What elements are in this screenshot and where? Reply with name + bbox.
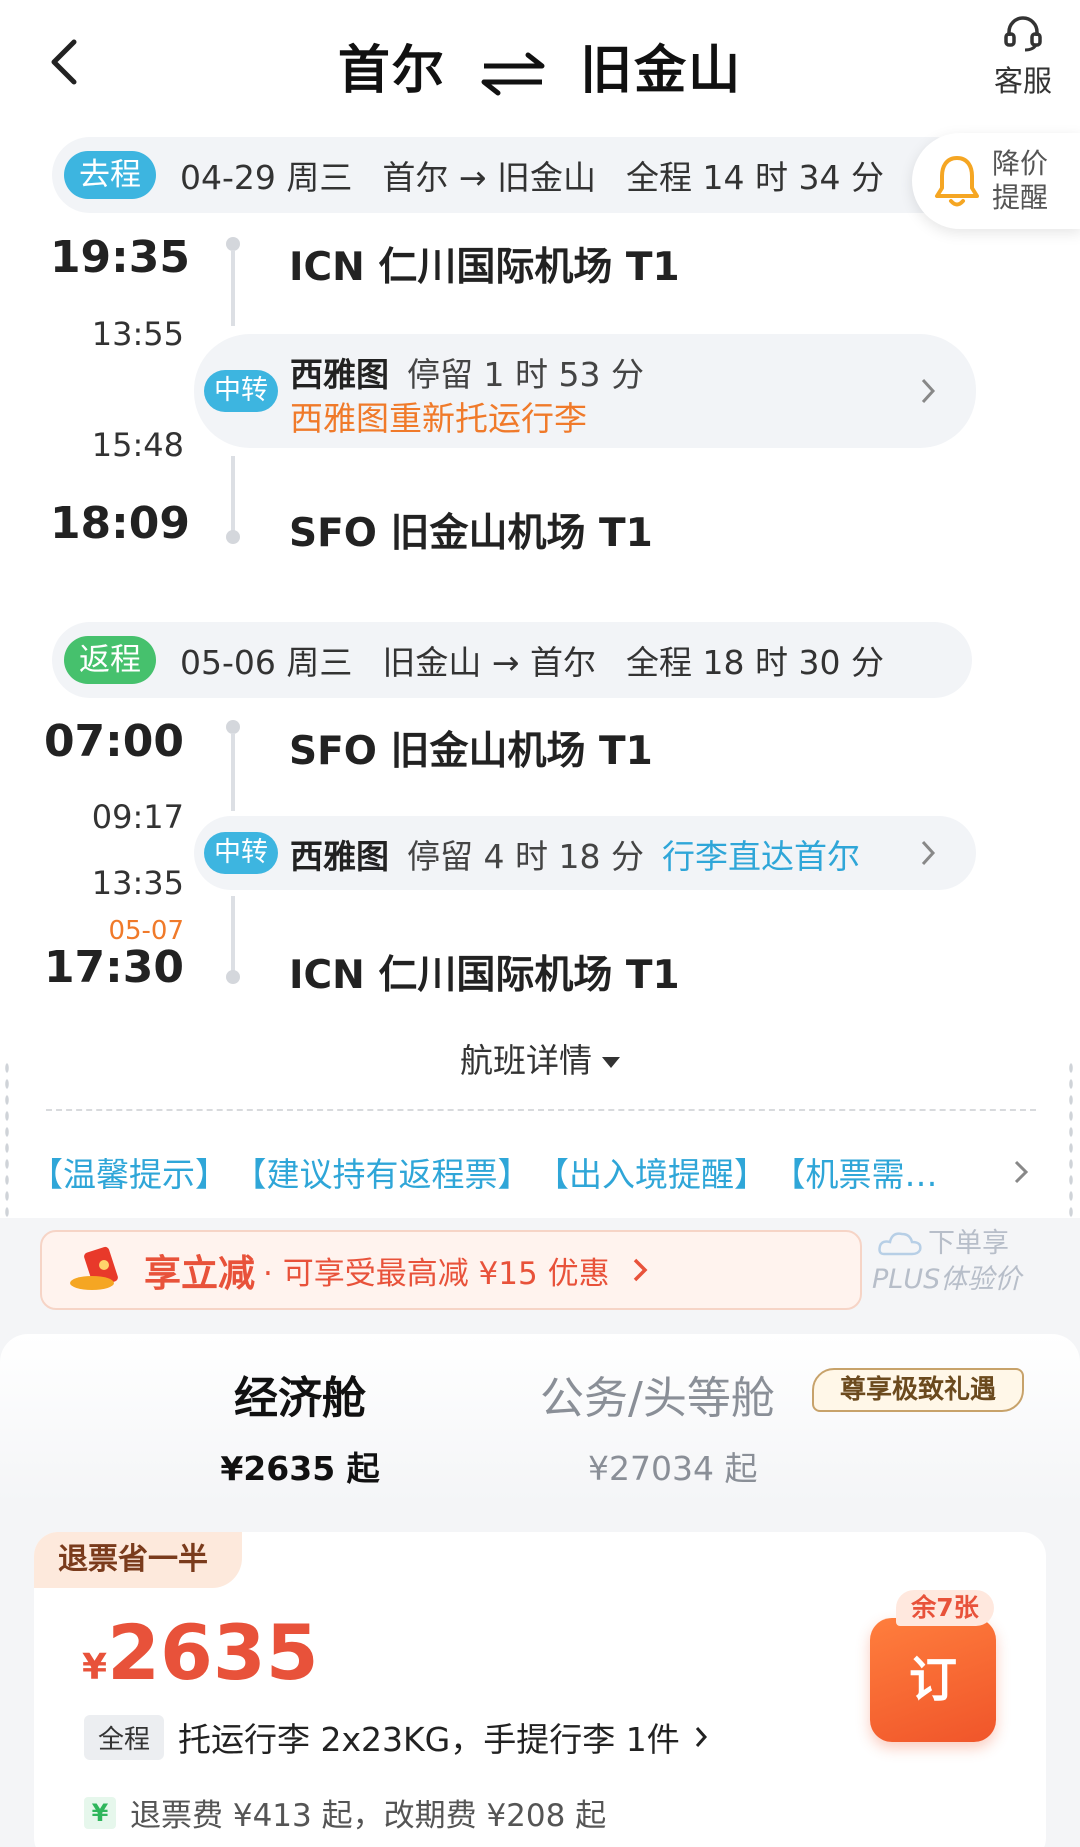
outbound-duration: 全程 14 时 34 分 (626, 158, 884, 197)
chevron-right-icon (695, 1727, 707, 1747)
timeline-line (231, 456, 235, 534)
timeline-line (231, 896, 235, 974)
return-date: 05-06 周三 (180, 643, 353, 682)
tip-item[interactable]: 【机票需… (789, 1155, 938, 1194)
return-transfer-card[interactable]: 中转 西雅图 停留 4 时 18 分行李直达首尔 (194, 816, 976, 890)
tab-economy[interactable]: 经济舱 ¥2635 起 (170, 1362, 430, 1498)
price-alert-line2: 提醒 (992, 181, 1049, 214)
caret-down-icon (602, 1057, 620, 1068)
refund-half-badge: 退票省一半 (34, 1532, 242, 1588)
refund-fee-text: 退票费 ¥413 起，改期费 ¥208 起 (130, 1798, 607, 1834)
tab-business[interactable]: 公务/头等舱 ¥27034 起 (540, 1362, 775, 1490)
outbound-arrive-airport: SFO 旧金山机场 T1 (289, 511, 653, 556)
chevron-right-icon (921, 840, 936, 866)
dashed-divider (46, 1109, 1036, 1111)
economy-price: ¥2635 起 (220, 1449, 380, 1488)
transfer-city: 西雅图 (290, 837, 389, 876)
timeline-line (231, 733, 235, 811)
tip-item[interactable]: 【出入境提醒】 (553, 1155, 768, 1194)
plus-cloud-icon (878, 1232, 922, 1256)
plus-line2: PLUS体验价 (872, 1264, 1022, 1295)
refund-fee-info: ¥ 退票费 ¥413 起，改期费 ¥208 起 (84, 1790, 606, 1835)
timeline-dot (226, 970, 240, 984)
chevron-right-icon[interactable] (1012, 1158, 1030, 1186)
return-arrive-airport: ICN 仁川国际机场 T1 (289, 953, 680, 998)
return-depart-time: 07:00 (43, 716, 184, 767)
baggage-text: 托运行李 2x23KG，手提行李 1件 (178, 1720, 680, 1759)
yen-icon: ¥ (84, 1796, 116, 1829)
transfer-city: 西雅图 (290, 355, 389, 394)
tip-item[interactable]: 【温馨提示】 (30, 1155, 228, 1194)
outbound-banner: 去程 04-29 周三 首尔 → 旧金山 全程 14 时 34 分 (52, 137, 972, 213)
outbound-transfer-depart: 15:48 (91, 426, 184, 464)
transfer-tag: 中转 (204, 370, 278, 412)
page-title: 首尔 旧金山 (0, 28, 1080, 103)
chevron-right-icon (921, 378, 936, 404)
flight-details-toggle[interactable]: 航班详情 (0, 1034, 1080, 1082)
return-duration: 全程 18 时 30 分 (626, 643, 884, 682)
fare-price: ¥2635 (82, 1608, 319, 1697)
promo-banner[interactable]: 享立减 · 可享受最高减 ¥15 优惠 (40, 1230, 862, 1310)
business-name: 公务/头等舱 (540, 1373, 775, 1424)
economy-price-wrap: ¥2635 起 (220, 1442, 380, 1498)
business-price: ¥27034 起 (588, 1449, 758, 1488)
return-transfer-arrive: 09:17 (91, 798, 184, 836)
transfer-note: 行李直达首尔 (661, 837, 860, 876)
outbound-depart-time: 19:35 (49, 232, 190, 283)
promo-main: 享立减 (144, 1252, 255, 1295)
timeline-dot (226, 530, 240, 544)
transfer-stay: 停留 1 时 53 分 (407, 355, 644, 394)
header: 首尔 旧金山 客服 (0, 0, 1080, 130)
promo-sub: · 可享受最高减 ¥15 优惠 (263, 1255, 610, 1292)
tips-bar[interactable]: 【温馨提示】 【建议持有返程票】 【出入境提醒】 【机票需… (30, 1148, 990, 1196)
return-tag: 返程 (64, 636, 156, 684)
outbound-arrive-time: 18:09 (49, 498, 190, 549)
economy-name: 经济舱 (234, 1373, 366, 1424)
timeline-line (231, 250, 235, 326)
title-destination: 旧金山 (580, 41, 743, 101)
flight-details-label: 航班详情 (460, 1041, 592, 1080)
tip-item[interactable]: 【建议持有返程票】 (250, 1155, 531, 1194)
outbound-transfer-arrive: 13:55 (91, 315, 184, 353)
price-alert-line1: 降价 (992, 147, 1049, 180)
book-button[interactable]: 订 (870, 1618, 996, 1742)
price-alert-button[interactable]: 降价 提醒 (912, 133, 1080, 229)
transfer-note: 西雅图重新托运行李 (290, 399, 587, 438)
chevron-right-icon (633, 1258, 648, 1282)
return-banner: 返程 05-06 周三 旧金山 → 首尔 全程 18 时 30 分 (52, 622, 972, 698)
baggage-info[interactable]: 全程 托运行李 2x23KG，手提行李 1件 (84, 1713, 708, 1761)
transfer-stay: 停留 4 时 18 分 (407, 837, 644, 876)
outbound-route: 首尔 → 旧金山 (382, 158, 597, 197)
vip-badge: 尊享极致礼遇 (812, 1368, 1024, 1412)
outbound-date: 04-29 周三 (180, 158, 353, 197)
swap-arrows-icon (481, 52, 545, 96)
outbound-transfer-card[interactable]: 中转 西雅图 停留 1 时 53 分 西雅图重新托运行李 (194, 334, 976, 448)
customer-service-button[interactable]: 客服 (988, 14, 1058, 100)
fare-amount: 2635 (107, 1608, 319, 1697)
seats-remaining-badge: 余7张 (896, 1590, 994, 1626)
headset-icon (1004, 16, 1042, 52)
fare-currency: ¥ (82, 1647, 108, 1688)
title-origin: 首尔 (337, 41, 446, 101)
return-arrive-time: 17:30 (43, 942, 184, 993)
return-depart-airport: SFO 旧金山机场 T1 (289, 729, 653, 774)
return-transfer-depart: 13:35 (91, 864, 184, 902)
red-envelope-icon (70, 1246, 118, 1290)
timeline-dot (226, 237, 240, 251)
bell-icon (935, 156, 979, 207)
baggage-tag: 全程 (84, 1714, 165, 1760)
outbound-depart-airport: ICN 仁川国际机场 T1 (289, 245, 680, 290)
customer-service-label: 客服 (993, 64, 1052, 98)
outbound-tag: 去程 (64, 151, 156, 199)
timeline-dot (226, 720, 240, 734)
return-route: 旧金山 → 首尔 (382, 643, 597, 682)
transfer-tag: 中转 (204, 832, 278, 874)
